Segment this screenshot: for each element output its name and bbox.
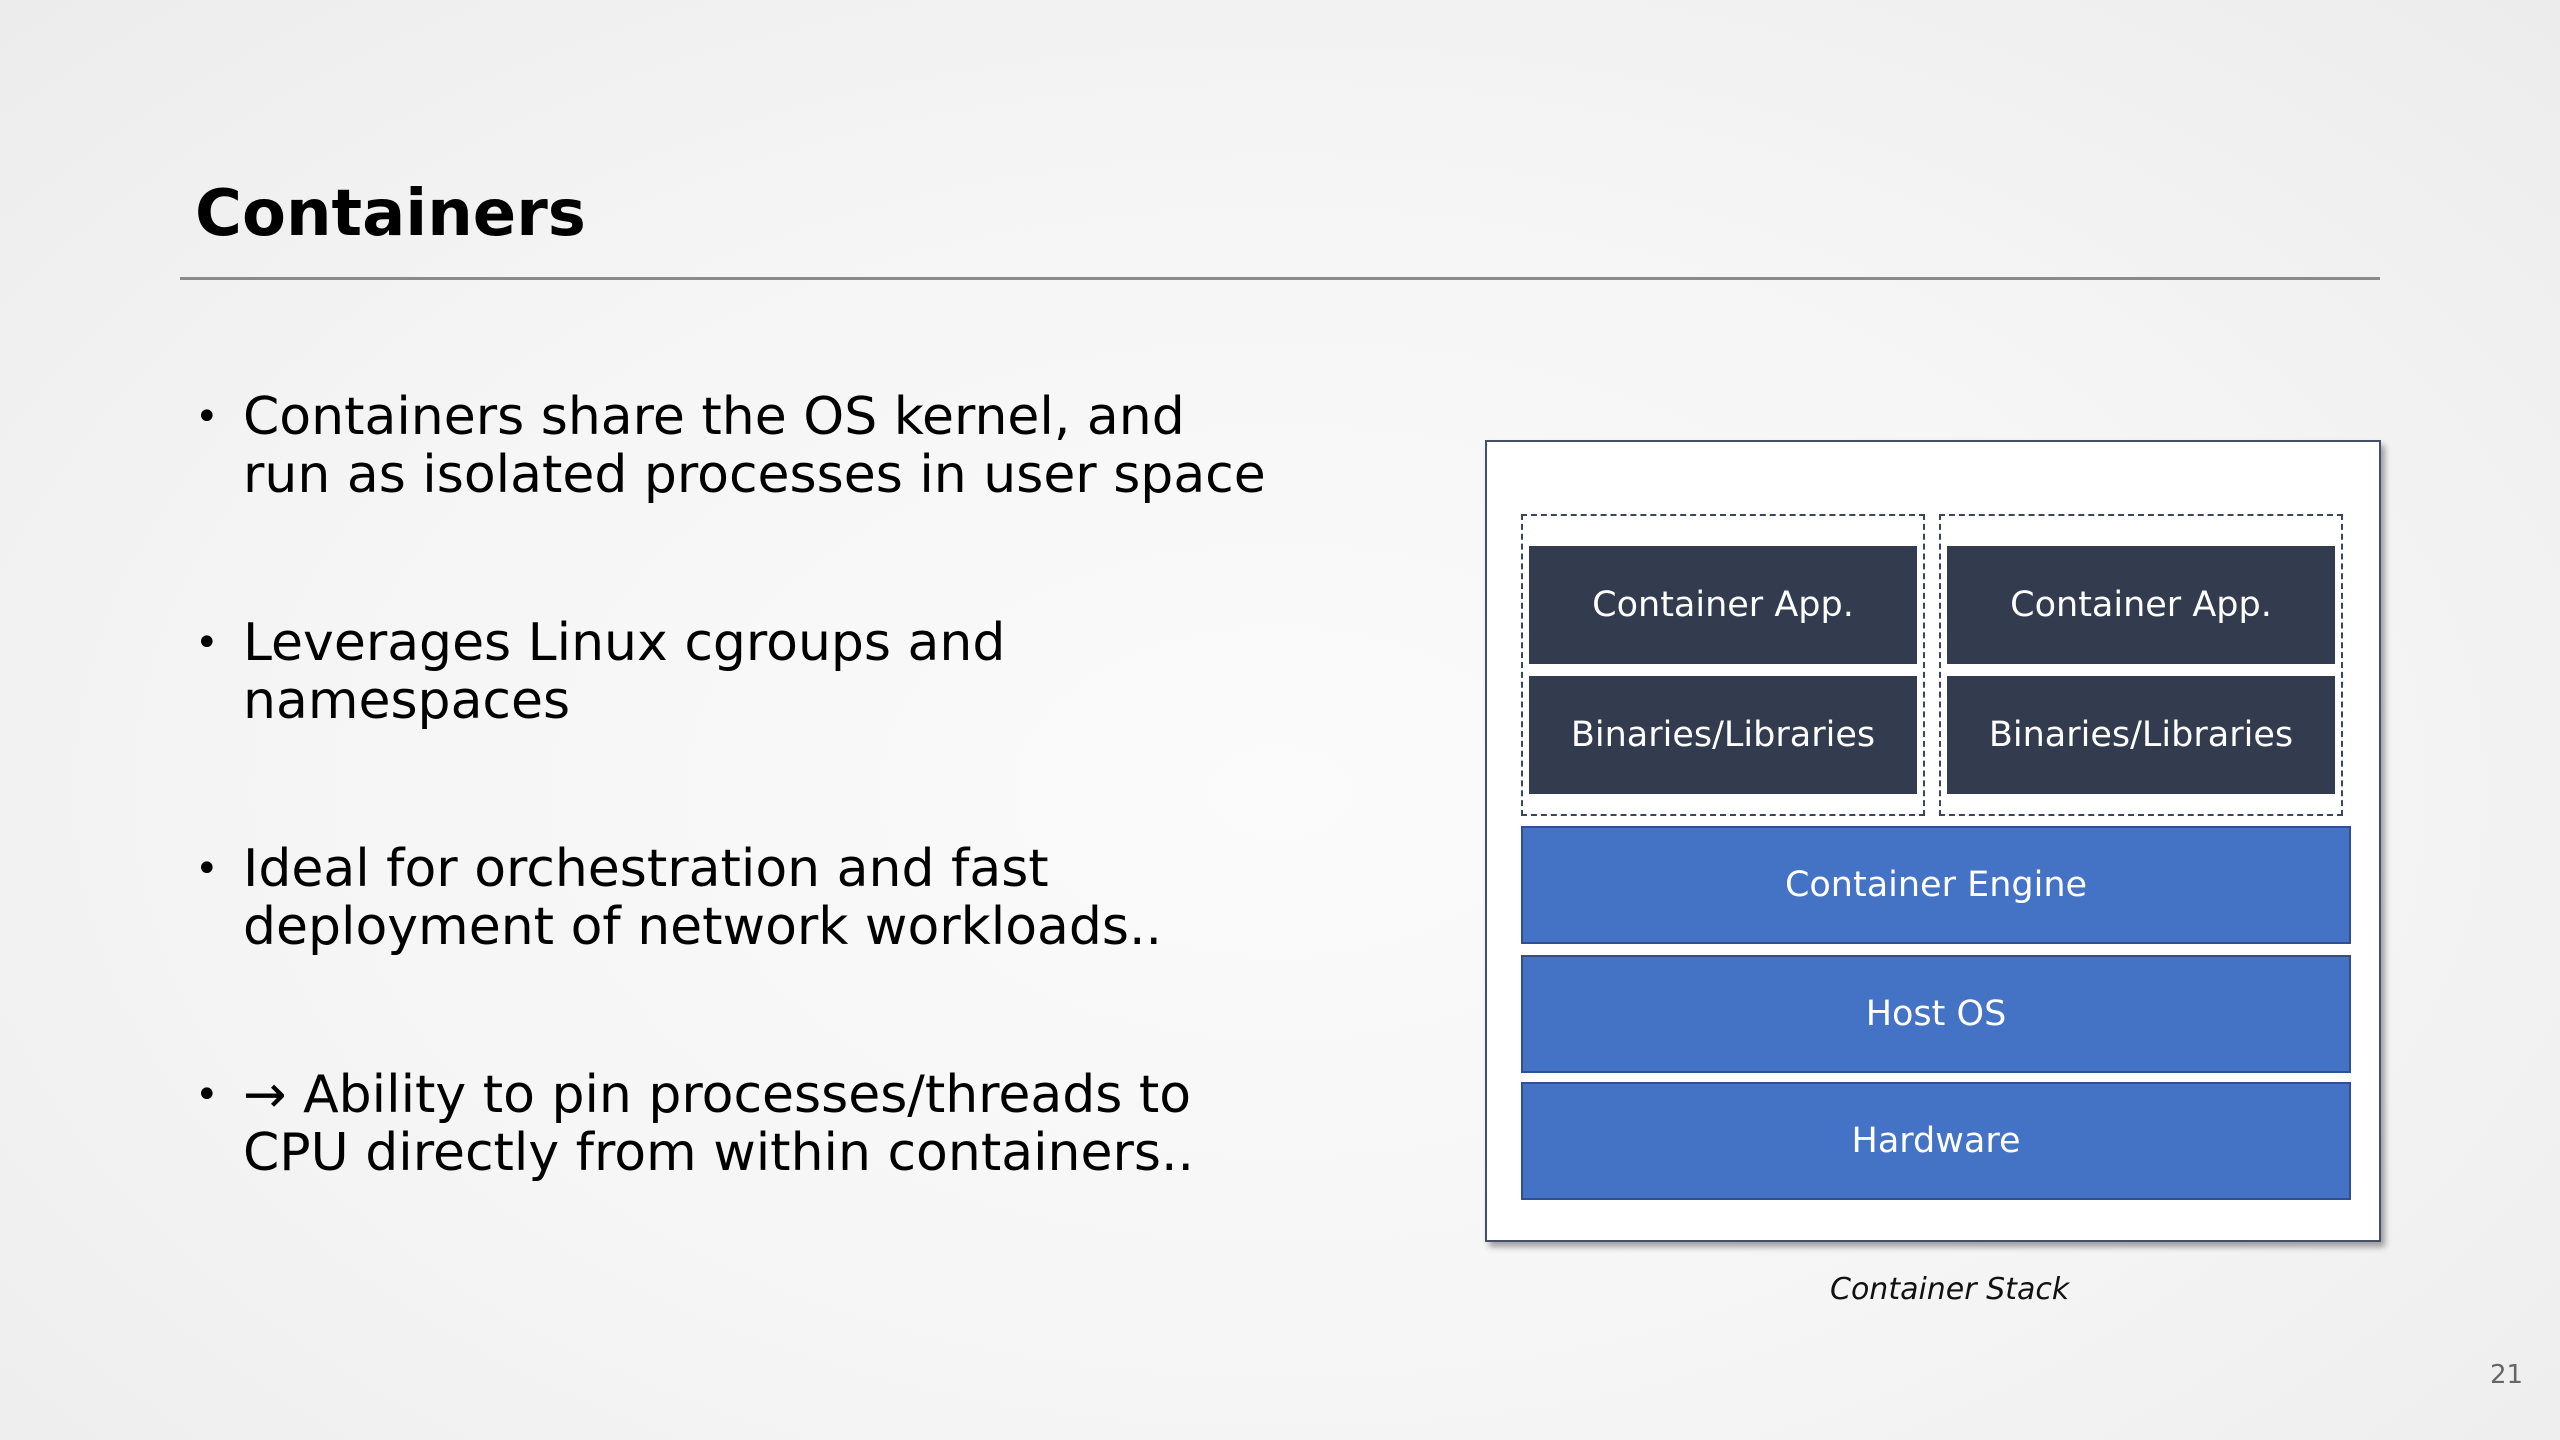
bullet-item: • → Ability to pin processes/threads to …	[195, 1066, 1455, 1292]
bullet-list: • Containers share the OS kernel, and ru…	[195, 388, 1455, 1292]
title-divider	[180, 277, 2380, 280]
bullet-marker: •	[195, 846, 219, 892]
container-app-layer: Container App.	[1529, 546, 1917, 664]
bullet-item: • Containers share the OS kernel, and ru…	[195, 388, 1455, 614]
container-app-layer: Container App.	[1947, 546, 2335, 664]
diagram-caption: Container Stack	[1830, 1272, 2070, 1307]
binaries-libraries-layer: Binaries/Libraries	[1529, 676, 1917, 794]
container-group-2: Container App. Binaries/Libraries	[1939, 514, 2343, 816]
hardware-layer: Hardware	[1521, 1082, 2351, 1200]
bullet-text: Ideal for orchestration and fast deploym…	[243, 839, 1163, 957]
bullet-text: Containers share the OS kernel, and run …	[243, 387, 1266, 505]
slide-title: Containers	[195, 177, 586, 251]
bullet-marker: •	[195, 620, 219, 666]
bullet-text: → Ability to pin processes/threads to CP…	[243, 1065, 1195, 1183]
bullet-marker: •	[195, 1072, 219, 1118]
bullet-marker: •	[195, 394, 219, 440]
container-engine-layer: Container Engine	[1521, 826, 2351, 944]
binaries-libraries-layer: Binaries/Libraries	[1947, 676, 2335, 794]
bullet-item: • Ideal for orchestration and fast deplo…	[195, 840, 1455, 1066]
container-stack-diagram: Container App. Binaries/Libraries Contai…	[1485, 440, 2381, 1242]
page-number: 21	[2490, 1360, 2524, 1390]
bullet-item: • Leverages Linux cgroups and namespaces	[195, 614, 1455, 840]
bullet-text: Leverages Linux cgroups and namespaces	[243, 613, 1006, 731]
container-group-1: Container App. Binaries/Libraries	[1521, 514, 1925, 816]
host-os-layer: Host OS	[1521, 955, 2351, 1073]
